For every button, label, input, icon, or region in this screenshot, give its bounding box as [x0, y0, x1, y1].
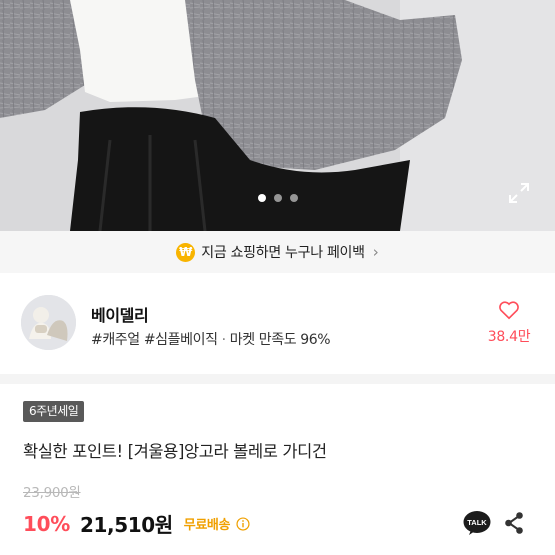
info-icon[interactable] — [236, 516, 250, 531]
market-satisfaction: 마켓 만족도 96% — [229, 332, 331, 348]
coin-icon: ₩ — [176, 242, 196, 262]
original-price: 23,900원 — [23, 485, 81, 501]
carousel-dot[interactable] — [257, 194, 266, 202]
product-title: 확실한 포인트! [겨울용]앙고라 볼레로 가디건 — [23, 442, 327, 461]
like-button[interactable]: 38.4만 — [483, 300, 535, 346]
talk-icon-label: TALK — [467, 518, 487, 527]
shop-tags: #캐주얼 #심플베이직 — [91, 332, 218, 348]
shop-meta: #캐주얼 #심플베이직 · 마켓 만족도 96% — [91, 329, 331, 349]
shop-info: 베이델리 #캐주얼 #심플베이직 · 마켓 만족도 96% 38.4만 — [0, 273, 555, 374]
product-image-carousel[interactable] — [0, 0, 555, 231]
share-icon[interactable] — [503, 511, 525, 535]
chevron-right-icon: › — [372, 243, 379, 261]
section-divider — [0, 374, 555, 384]
like-count: 38.4만 — [487, 329, 531, 345]
separator: · — [221, 332, 226, 348]
free-shipping-label: 무료배송 — [183, 518, 231, 533]
discount-rate: 10% — [23, 511, 70, 536]
carousel-indicator — [0, 194, 555, 202]
price-row: 10% 21,510원 무료배송 — [23, 509, 250, 538]
heart-icon — [499, 301, 519, 320]
shop-name[interactable]: 베이델리 — [91, 302, 149, 326]
event-badge: 6주년세일 — [23, 401, 85, 422]
shop-avatar[interactable] — [21, 295, 76, 350]
payback-banner-text: 지금 쇼핑하면 누구나 페이백 — [201, 245, 365, 261]
carousel-dot[interactable] — [273, 194, 282, 202]
carousel-dot[interactable] — [289, 194, 298, 202]
payback-banner[interactable]: ₩ 지금 쇼핑하면 누구나 페이백 › — [0, 231, 555, 273]
sale-price: 21,510원 — [79, 513, 173, 537]
expand-icon[interactable] — [507, 181, 531, 205]
kakao-talk-share-button[interactable]: TALK — [463, 509, 491, 537]
